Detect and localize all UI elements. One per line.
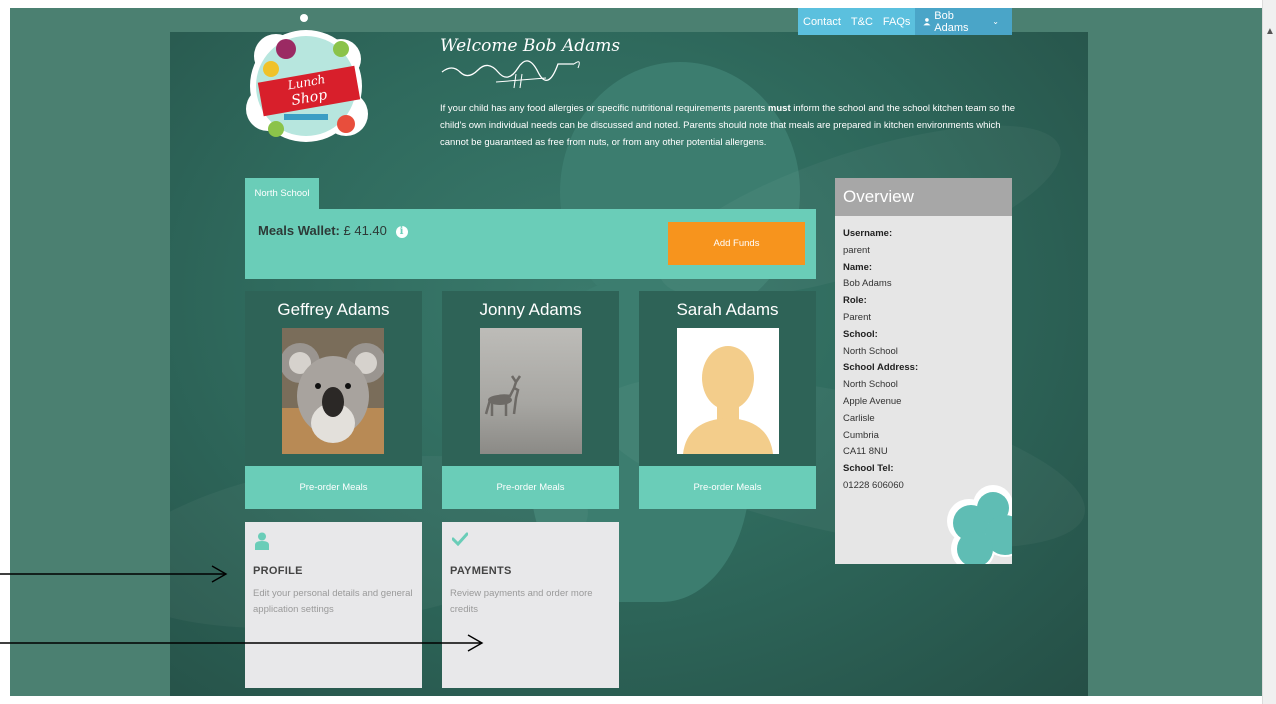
username-value: parent xyxy=(843,244,870,256)
tile-title: PAYMENTS xyxy=(450,565,512,577)
user-menu-button[interactable]: Bob Adams ⌄ xyxy=(915,8,1012,35)
add-funds-button[interactable]: Add Funds xyxy=(668,222,805,265)
overview-details: Username: parent Name: Bob Adams Role: P… xyxy=(843,226,918,495)
contact-link[interactable]: Contact xyxy=(798,16,846,28)
overview-title: Overview xyxy=(835,178,1012,216)
meals-wallet: Meals Wallet: £ 41.40 i xyxy=(258,223,408,238)
child-card: Sarah Adams Pre-order Meals xyxy=(639,291,816,509)
scrollbar[interactable]: ▲ xyxy=(1262,0,1276,704)
school-tel-label: School Tel: xyxy=(843,463,894,475)
tile-title: PROFILE xyxy=(253,565,303,577)
arrow-annotation xyxy=(0,634,484,652)
info-icon[interactable]: i xyxy=(395,226,408,238)
check-icon xyxy=(451,532,469,551)
pre-order-meals-button[interactable]: Pre-order Meals xyxy=(442,466,619,509)
user-icon xyxy=(923,18,931,26)
faqs-link[interactable]: FAQs xyxy=(878,16,916,28)
child-card: Jonny Adams Pre-order Meals xyxy=(442,291,619,509)
address-line: Cumbria xyxy=(843,429,879,441)
payments-tile[interactable]: PAYMENTS Review payments and order more … xyxy=(442,522,619,688)
username-label: Username: xyxy=(843,228,893,239)
tc-link[interactable]: T&C xyxy=(846,16,878,28)
address-line: Apple Avenue xyxy=(843,395,902,407)
meals-wallet-bar: Meals Wallet: £ 41.40 i Add Funds xyxy=(245,209,816,279)
child-photo-placeholder xyxy=(677,328,779,454)
top-navigation: Contact T&C FAQs Bob Adams ⌄ xyxy=(798,8,1012,35)
child-photo-koala xyxy=(282,328,384,454)
tab-north-school[interactable]: North School xyxy=(245,178,319,209)
pre-order-meals-button[interactable]: Pre-order Meals xyxy=(639,466,816,509)
welcome-heading: Welcome Bob Adams xyxy=(440,36,621,56)
address-line: Carlisle xyxy=(843,412,875,424)
user-icon xyxy=(255,532,269,555)
tile-description: Review payments and order more credits xyxy=(450,588,593,615)
allergy-notice: If your child has any food allergies or … xyxy=(440,103,1016,148)
scroll-up-icon[interactable]: ▲ xyxy=(1265,26,1275,37)
caret-down-icon: ⌄ xyxy=(992,17,999,26)
child-name: Jonny Adams xyxy=(479,300,582,319)
school-address-label: School Address: xyxy=(843,362,919,374)
signature-graphic xyxy=(438,58,588,95)
pre-order-meals-button[interactable]: Pre-order Meals xyxy=(245,466,422,509)
school-label: School: xyxy=(843,328,878,340)
name-value: Bob Adams xyxy=(843,278,892,290)
wallet-amount: £ 41.40 xyxy=(343,223,387,238)
address-line: CA11 8NU xyxy=(843,446,888,458)
overview-panel: Overview Username: parent Name: Bob Adam… xyxy=(835,178,1012,564)
cloud-decoration xyxy=(943,483,1012,564)
school-tel-value: 01228 606060 xyxy=(843,479,904,491)
child-name: Geffrey Adams xyxy=(277,300,390,319)
arrow-annotation xyxy=(0,565,228,583)
role-value: Parent xyxy=(843,311,871,323)
user-menu-label: Bob Adams xyxy=(934,9,969,34)
address-line: North School xyxy=(843,379,898,391)
role-label: Role: xyxy=(843,295,867,307)
child-name: Sarah Adams xyxy=(676,300,779,319)
name-label: Name: xyxy=(843,261,873,273)
school-value: North School xyxy=(843,345,898,357)
child-photo-deer xyxy=(480,328,582,454)
tile-description: Edit your personal details and general a… xyxy=(253,588,413,615)
lunch-shop-logo[interactable]: Lunch Shop xyxy=(246,14,380,164)
child-card: Geffrey Adams Pre-order Meals xyxy=(245,291,422,509)
profile-tile[interactable]: PROFILE Edit your personal details and g… xyxy=(245,522,422,688)
